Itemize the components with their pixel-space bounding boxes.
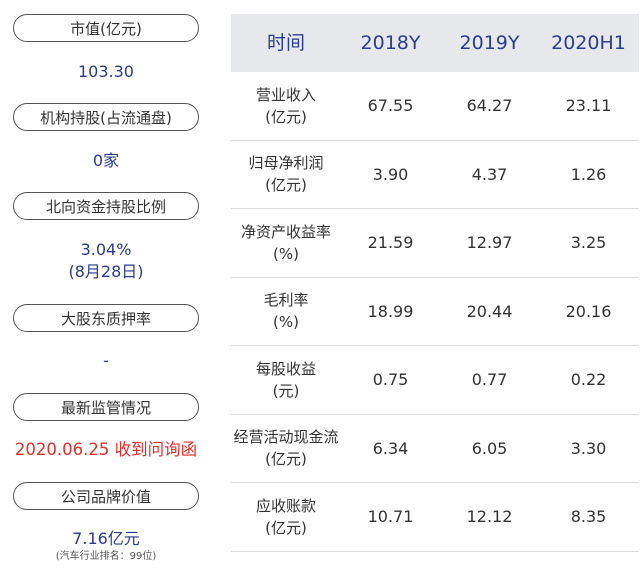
regulatory-status-value: 2020.06.25 收到问询函 [14, 440, 198, 459]
table-cell: 0.75 [372, 370, 409, 390]
header-period: 时间 [266, 32, 305, 54]
table-cell: 10.71 [367, 507, 414, 527]
table-cell: 6.05 [471, 438, 508, 458]
row-label: 净资产收益率 (%) [240, 222, 331, 263]
table-row: 归母净利润 (亿元) 3.90 4.37 1.26 [231, 141, 639, 209]
financial-table: 时间 2018Y 2019Y 2020H1 营业收入 (亿元) 67.55 64.… [231, 14, 639, 552]
row-label: 归母净利润 (亿元) [248, 154, 324, 195]
table-row: 净资产收益率 (%) 21.59 12.97 3.25 [231, 209, 639, 278]
table-cell: 21.59 [367, 233, 414, 253]
table-row: 毛利率 (%) 18.99 20.44 20.16 [231, 278, 639, 346]
row-label: 应收账款 (亿元) [255, 496, 316, 537]
header-2019: 2019Y [459, 32, 520, 54]
brand-value-label: 公司品牌价值 [13, 482, 199, 510]
row-label: 每股收益 (元) [255, 359, 316, 400]
row-label: 经营活动现金流 (亿元) [233, 428, 339, 469]
header-2020h1: 2020H1 [551, 32, 626, 54]
northbound-ratio-label: 北向资金持股比例 [13, 192, 199, 220]
table-cell: 18.99 [367, 301, 414, 321]
table-cell: 20.16 [565, 301, 612, 321]
header-2018: 2018Y [360, 32, 421, 54]
institutional-holding-label: 机构持股(占流通盘) [13, 103, 199, 131]
northbound-ratio-date: (8月28日) [68, 262, 144, 281]
institutional-holding-value: 0家 [92, 151, 120, 170]
table-row: 每股收益 (元) 0.75 0.77 0.22 [231, 346, 639, 415]
table-cell: 3.90 [372, 164, 409, 184]
table-cell: 1.26 [570, 164, 607, 184]
pledge-ratio-value: - [103, 351, 109, 370]
table-row: 经营活动现金流 (亿元) 6.34 6.05 3.30 [231, 415, 639, 483]
brand-value-rank-note: (汽车行业排名：99位) [55, 551, 157, 562]
market-cap-label: 市值(亿元) [13, 14, 199, 42]
table-cell: 12.97 [466, 233, 513, 253]
table-cell: 3.25 [570, 233, 607, 253]
table-row: 应收账款 (亿元) 10.71 12.12 8.35 [231, 483, 639, 552]
table-cell: 4.37 [471, 164, 508, 184]
table-cell: 20.44 [466, 301, 513, 321]
table-cell: 6.34 [372, 438, 409, 458]
regulatory-status-label: 最新监管情况 [13, 393, 199, 421]
table-cell: 12.12 [466, 507, 513, 527]
table-cell: 64.27 [466, 96, 513, 116]
row-label: 营业收入 (亿元) [255, 85, 316, 126]
market-cap-value: 103.30 [78, 62, 134, 81]
table-cell: 0.22 [570, 370, 607, 390]
table-cell: 3.30 [570, 438, 607, 458]
table-cell: 67.55 [367, 96, 414, 116]
row-label: 毛利率 (%) [263, 291, 309, 332]
table-row: 营业收入 (亿元) 67.55 64.27 23.11 [231, 72, 639, 141]
table-cell: 0.77 [471, 370, 508, 390]
northbound-ratio-value: 3.04% [80, 240, 132, 259]
brand-value-value: 7.16亿元 [72, 529, 140, 548]
table-cell: 23.11 [565, 96, 612, 116]
pledge-ratio-label: 大股东质押率 [13, 304, 199, 332]
table-header: 时间 2018Y 2019Y 2020H1 [231, 14, 639, 72]
left-panel: 市值(亿元) 103.30 机构持股(占流通盘) 0家 北向资金持股比例 3.0… [0, 0, 212, 579]
table-cell: 8.35 [570, 507, 607, 527]
